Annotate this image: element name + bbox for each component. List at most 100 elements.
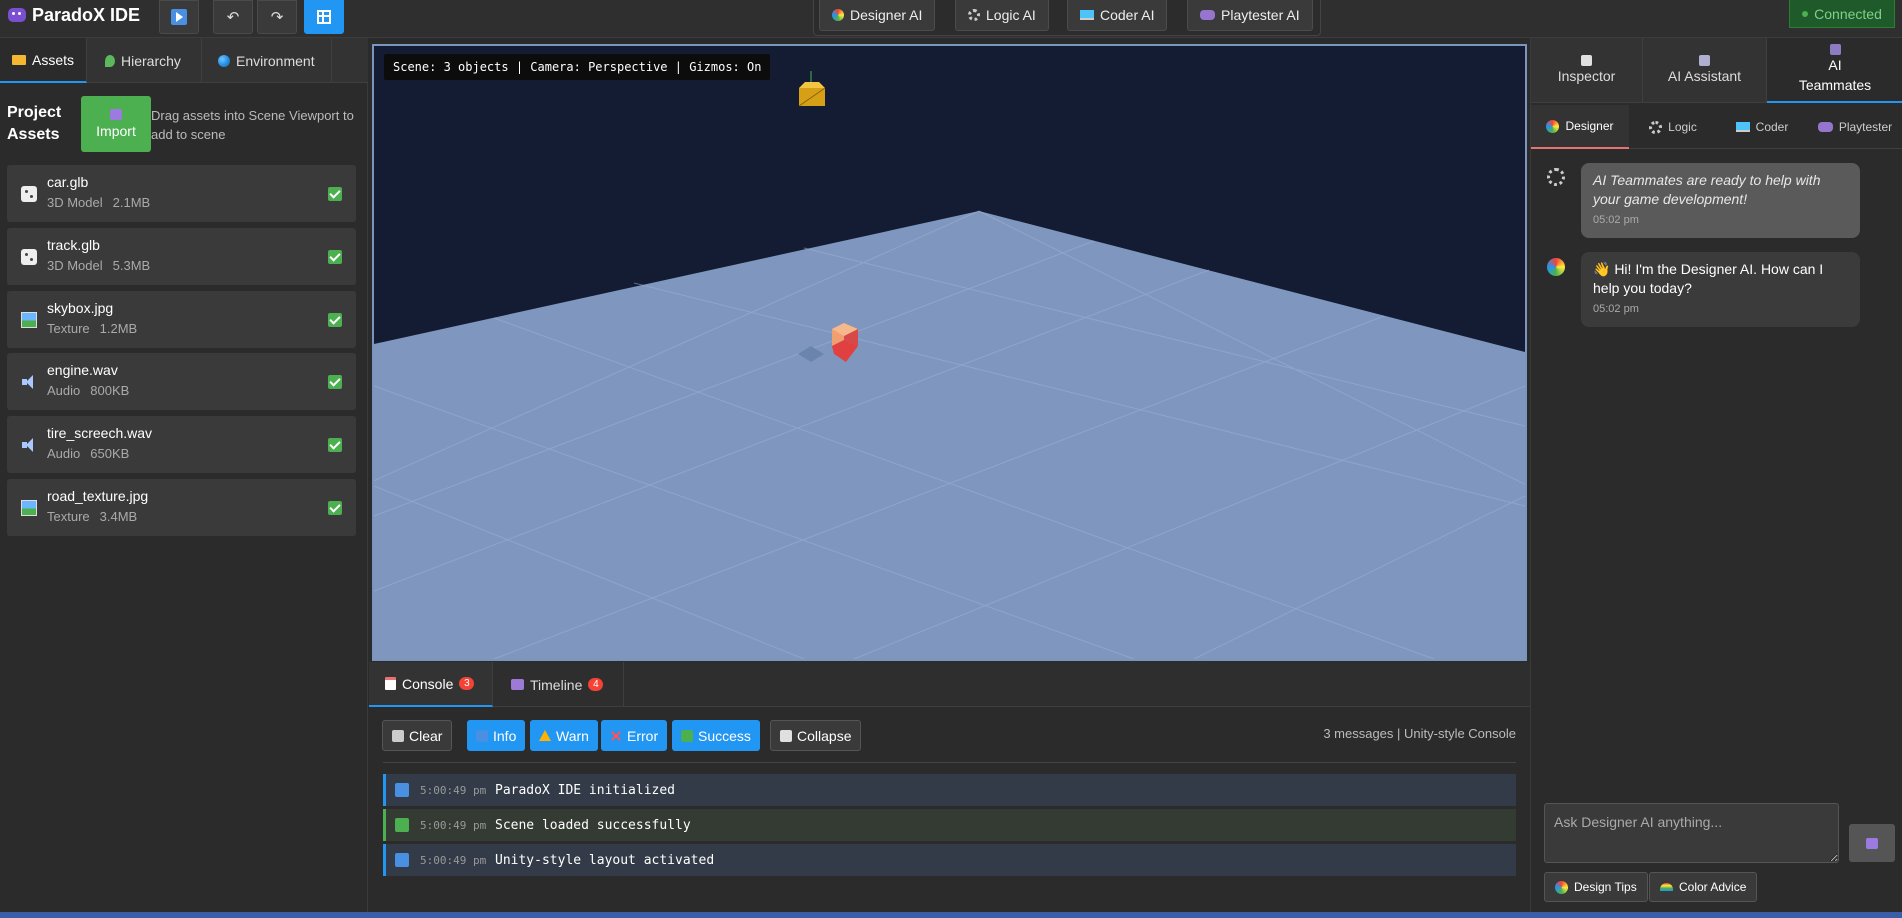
send-button[interactable] <box>1849 824 1895 862</box>
gamepad-icon <box>1817 122 1833 132</box>
collapse-button[interactable]: Collapse <box>770 720 862 751</box>
palette-icon <box>1555 880 1568 894</box>
play-button[interactable] <box>159 0 199 34</box>
color-advice-label: Color Advice <box>1679 880 1747 894</box>
tab-inspector[interactable]: Inspector <box>1531 38 1643 103</box>
connection-status: Connected <box>1789 0 1895 28</box>
asset-name: engine.wav <box>47 362 118 378</box>
subtab-coder-label: Coder <box>1755 120 1789 134</box>
tab-timeline[interactable]: Timeline 4 <box>493 662 624 707</box>
tab-inspector-label: Inspector <box>1557 68 1616 84</box>
filter-error-button[interactable]: Error <box>601 720 668 751</box>
log-time: 5:00:49 pm <box>420 783 487 797</box>
asset-name: skybox.jpg <box>47 300 114 316</box>
tab-environment[interactable]: Environment <box>202 38 332 83</box>
tab-hierarchy[interactable]: Hierarchy <box>87 38 202 83</box>
speaker-icon <box>21 437 37 453</box>
filter-warn-button[interactable]: Warn <box>530 720 598 751</box>
undo-button[interactable]: ↶ <box>213 0 253 34</box>
console-divider <box>383 762 1516 763</box>
gear-icon <box>1547 168 1565 186</box>
left-panel-tabs: Assets Hierarchy Environment <box>0 38 368 83</box>
connection-status-label: Connected <box>1814 5 1882 22</box>
log-row[interactable]: 5:00:49 pm ParadoX IDE initialized <box>383 774 1516 806</box>
asset-item[interactable]: tire_screech.wav Audio 650KB <box>7 416 356 473</box>
tab-assets[interactable]: Assets <box>0 38 87 83</box>
scene-info-label: Scene: 3 objects | Camera: Perspective |… <box>384 54 771 80</box>
redo-button[interactable]: ↷ <box>257 0 297 34</box>
check-icon[interactable] <box>328 375 342 389</box>
send-icon <box>1866 837 1878 849</box>
redo-icon: ↷ <box>270 9 284 26</box>
ai-message: 👋 Hi! I'm the Designer AI. How can I hel… <box>1581 252 1860 327</box>
import-label: Import <box>96 123 136 139</box>
subtab-logic[interactable]: Logic <box>1629 105 1717 149</box>
tab-console[interactable]: Console 3 <box>369 662 493 707</box>
color-advice-button[interactable]: Color Advice <box>1649 872 1758 902</box>
grid-toggle-button[interactable] <box>304 0 344 34</box>
gear-icon <box>968 9 980 21</box>
right-panel-tabs: Inspector AI Assistant AI Teammates <box>1531 38 1902 103</box>
trash-icon <box>392 729 404 742</box>
asset-name: track.glb <box>47 237 100 253</box>
console-tabs: Console 3 Timeline 4 <box>369 662 1530 707</box>
top-toolbar: ParadoX IDE ↶ ↷ Designer AI Logic AI Cod… <box>0 0 1902 38</box>
asset-item[interactable]: engine.wav Audio 800KB <box>7 353 356 410</box>
laptop-icon <box>1080 10 1094 20</box>
teammate-subtabs: Designer Logic Coder Playtester <box>1531 105 1902 149</box>
asset-item[interactable]: car.glb 3D Model 2.1MB <box>7 165 356 222</box>
tab-ai-teammates[interactable]: AI Teammates <box>1767 38 1902 103</box>
asset-type: Texture <box>47 509 90 524</box>
scene-canvas[interactable] <box>374 46 1525 659</box>
asset-item[interactable]: road_texture.jpg Texture 3.4MB <box>7 479 356 536</box>
console-summary: 3 messages | Unity-style Console <box>1323 726 1516 741</box>
asset-size: 650KB <box>90 446 130 461</box>
subtab-playtester-label: Playtester <box>1838 120 1893 134</box>
logic-ai-button[interactable]: Logic AI <box>955 0 1049 31</box>
left-panel: Assets Hierarchy Environment Project Ass… <box>0 38 368 912</box>
clapperboard-icon <box>511 679 524 690</box>
asset-size: 1.2MB <box>99 321 138 336</box>
info-icon <box>395 783 409 797</box>
check-icon[interactable] <box>328 313 342 327</box>
subtab-designer[interactable]: Designer <box>1531 105 1629 149</box>
asset-name: car.glb <box>47 174 89 190</box>
palette-icon <box>1546 119 1560 133</box>
log-row[interactable]: 5:00:49 pm Unity-style layout activated <box>383 844 1516 876</box>
scene-viewport[interactable]: Scene: 3 objects | Camera: Perspective |… <box>372 44 1527 661</box>
ai-button-group: Designer AI Logic AI Coder AI Playtester… <box>813 0 1321 36</box>
asset-meta: Texture 3.4MB <box>47 509 137 524</box>
asset-item[interactable]: skybox.jpg Texture 1.2MB <box>7 291 356 348</box>
playtester-ai-button[interactable]: Playtester AI <box>1187 0 1313 31</box>
log-message: Scene loaded successfully <box>495 817 691 833</box>
error-label: Error <box>627 727 659 744</box>
tab-ai-assistant[interactable]: AI Assistant <box>1643 38 1767 103</box>
design-tips-button[interactable]: Design Tips <box>1544 872 1648 902</box>
error-icon <box>610 730 622 742</box>
check-icon[interactable] <box>328 187 342 201</box>
filter-info-button[interactable]: Info <box>467 720 526 751</box>
log-row[interactable]: 5:00:49 pm Scene loaded successfully <box>383 809 1516 841</box>
asset-name: tire_screech.wav <box>47 425 153 441</box>
coder-ai-button[interactable]: Coder AI <box>1067 0 1168 31</box>
asset-item[interactable]: track.glb 3D Model 5.3MB <box>7 228 356 285</box>
chat-input[interactable] <box>1544 803 1839 863</box>
filter-success-button[interactable]: Success <box>672 720 760 751</box>
model-icon <box>21 249 37 265</box>
tab-hierarchy-label: Hierarchy <box>121 52 181 69</box>
subtab-coder[interactable]: Coder <box>1717 105 1807 149</box>
image-icon <box>21 312 37 328</box>
clear-button[interactable]: Clear <box>382 720 453 751</box>
tab-assets-label: Assets <box>31 51 74 68</box>
grid-icon <box>317 10 331 24</box>
check-icon[interactable] <box>328 501 342 515</box>
import-button[interactable]: Import <box>81 96 151 152</box>
people-icon <box>1829 44 1841 55</box>
subtab-playtester[interactable]: Playtester <box>1807 105 1902 149</box>
designer-ai-button[interactable]: Designer AI <box>819 0 936 31</box>
asset-meta: Audio 650KB <box>47 446 129 461</box>
asset-size: 2.1MB <box>112 195 151 210</box>
check-icon[interactable] <box>328 438 342 452</box>
playtester-ai-label: Playtester AI <box>1221 7 1300 23</box>
check-icon[interactable] <box>328 250 342 264</box>
